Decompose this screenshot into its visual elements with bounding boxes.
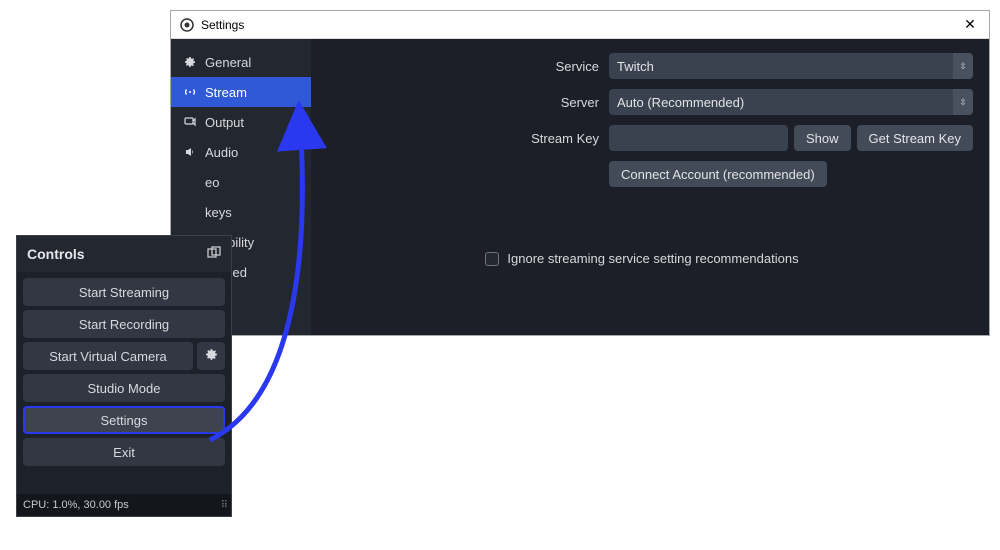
gear-icon — [183, 55, 197, 69]
ignore-recommendations-checkbox[interactable] — [485, 252, 499, 266]
audio-icon — [183, 145, 197, 159]
close-icon[interactable]: ✕ — [959, 16, 981, 33]
sidebar-label-output: Output — [205, 115, 244, 130]
service-value: Twitch — [617, 59, 654, 74]
controls-panel: Controls Start Streaming Start Recording… — [16, 235, 232, 517]
hotkeys-icon — [183, 205, 197, 219]
settings-button[interactable]: Settings — [23, 406, 225, 434]
dock-icon[interactable] — [207, 246, 221, 263]
controls-header: Controls — [17, 236, 231, 272]
chevron-updown-icon: ⇳ — [953, 53, 973, 79]
chevron-updown-icon: ⇳ — [953, 89, 973, 115]
settings-content: Service Twitch ⇳ Server Auto (Recommende… — [311, 39, 989, 335]
settings-body: General Stream Output Audio eo keys — [171, 39, 989, 335]
start-streaming-button[interactable]: Start Streaming — [23, 278, 225, 306]
antenna-icon — [183, 85, 197, 99]
sidebar-item-output[interactable]: Output — [171, 107, 311, 137]
streamkey-input[interactable] — [609, 125, 788, 151]
window-title: Settings — [201, 18, 244, 32]
ignore-recommendations-label: Ignore streaming service setting recomme… — [507, 251, 798, 266]
sidebar-label-general: General — [205, 55, 251, 70]
controls-footer: CPU: 1.0%, 30.00 fps ⠿ — [17, 494, 231, 516]
server-label: Server — [311, 95, 609, 110]
sidebar-item-hotkeys[interactable]: keys — [171, 197, 311, 227]
sidebar-item-stream[interactable]: Stream — [171, 77, 311, 107]
exit-button[interactable]: Exit — [23, 438, 225, 466]
show-button[interactable]: Show — [794, 125, 851, 151]
titlebar: Settings ✕ — [171, 11, 989, 39]
start-virtual-camera-button[interactable]: Start Virtual Camera — [23, 342, 193, 370]
video-icon — [183, 175, 197, 189]
sidebar-label-audio: Audio — [205, 145, 238, 160]
sidebar-label-video: eo — [205, 175, 219, 190]
app-icon — [179, 17, 195, 33]
studio-mode-button[interactable]: Studio Mode — [23, 374, 225, 402]
service-select[interactable]: Twitch ⇳ — [609, 53, 973, 79]
sidebar-item-video[interactable]: eo — [171, 167, 311, 197]
resize-grip-icon[interactable]: ⠿ — [221, 500, 225, 511]
sidebar-item-general[interactable]: General — [171, 47, 311, 77]
get-stream-key-button[interactable]: Get Stream Key — [857, 125, 973, 151]
output-icon — [183, 115, 197, 129]
streamkey-label: Stream Key — [311, 131, 609, 146]
start-recording-button[interactable]: Start Recording — [23, 310, 225, 338]
service-label: Service — [311, 59, 609, 74]
server-value: Auto (Recommended) — [617, 95, 744, 110]
status-text: CPU: 1.0%, 30.00 fps — [23, 499, 129, 511]
gear-icon — [205, 348, 218, 364]
controls-title: Controls — [27, 246, 85, 262]
sidebar-item-audio[interactable]: Audio — [171, 137, 311, 167]
connect-account-button[interactable]: Connect Account (recommended) — [609, 161, 827, 187]
settings-window: Settings ✕ General Stream Output Audio — [170, 10, 990, 336]
controls-body: Start Streaming Start Recording Start Vi… — [17, 272, 231, 494]
sidebar-label-stream: Stream — [205, 85, 247, 100]
server-select[interactable]: Auto (Recommended) ⇳ — [609, 89, 973, 115]
sidebar-label-hotkeys: keys — [205, 205, 232, 220]
virtual-camera-settings-button[interactable] — [197, 342, 225, 370]
